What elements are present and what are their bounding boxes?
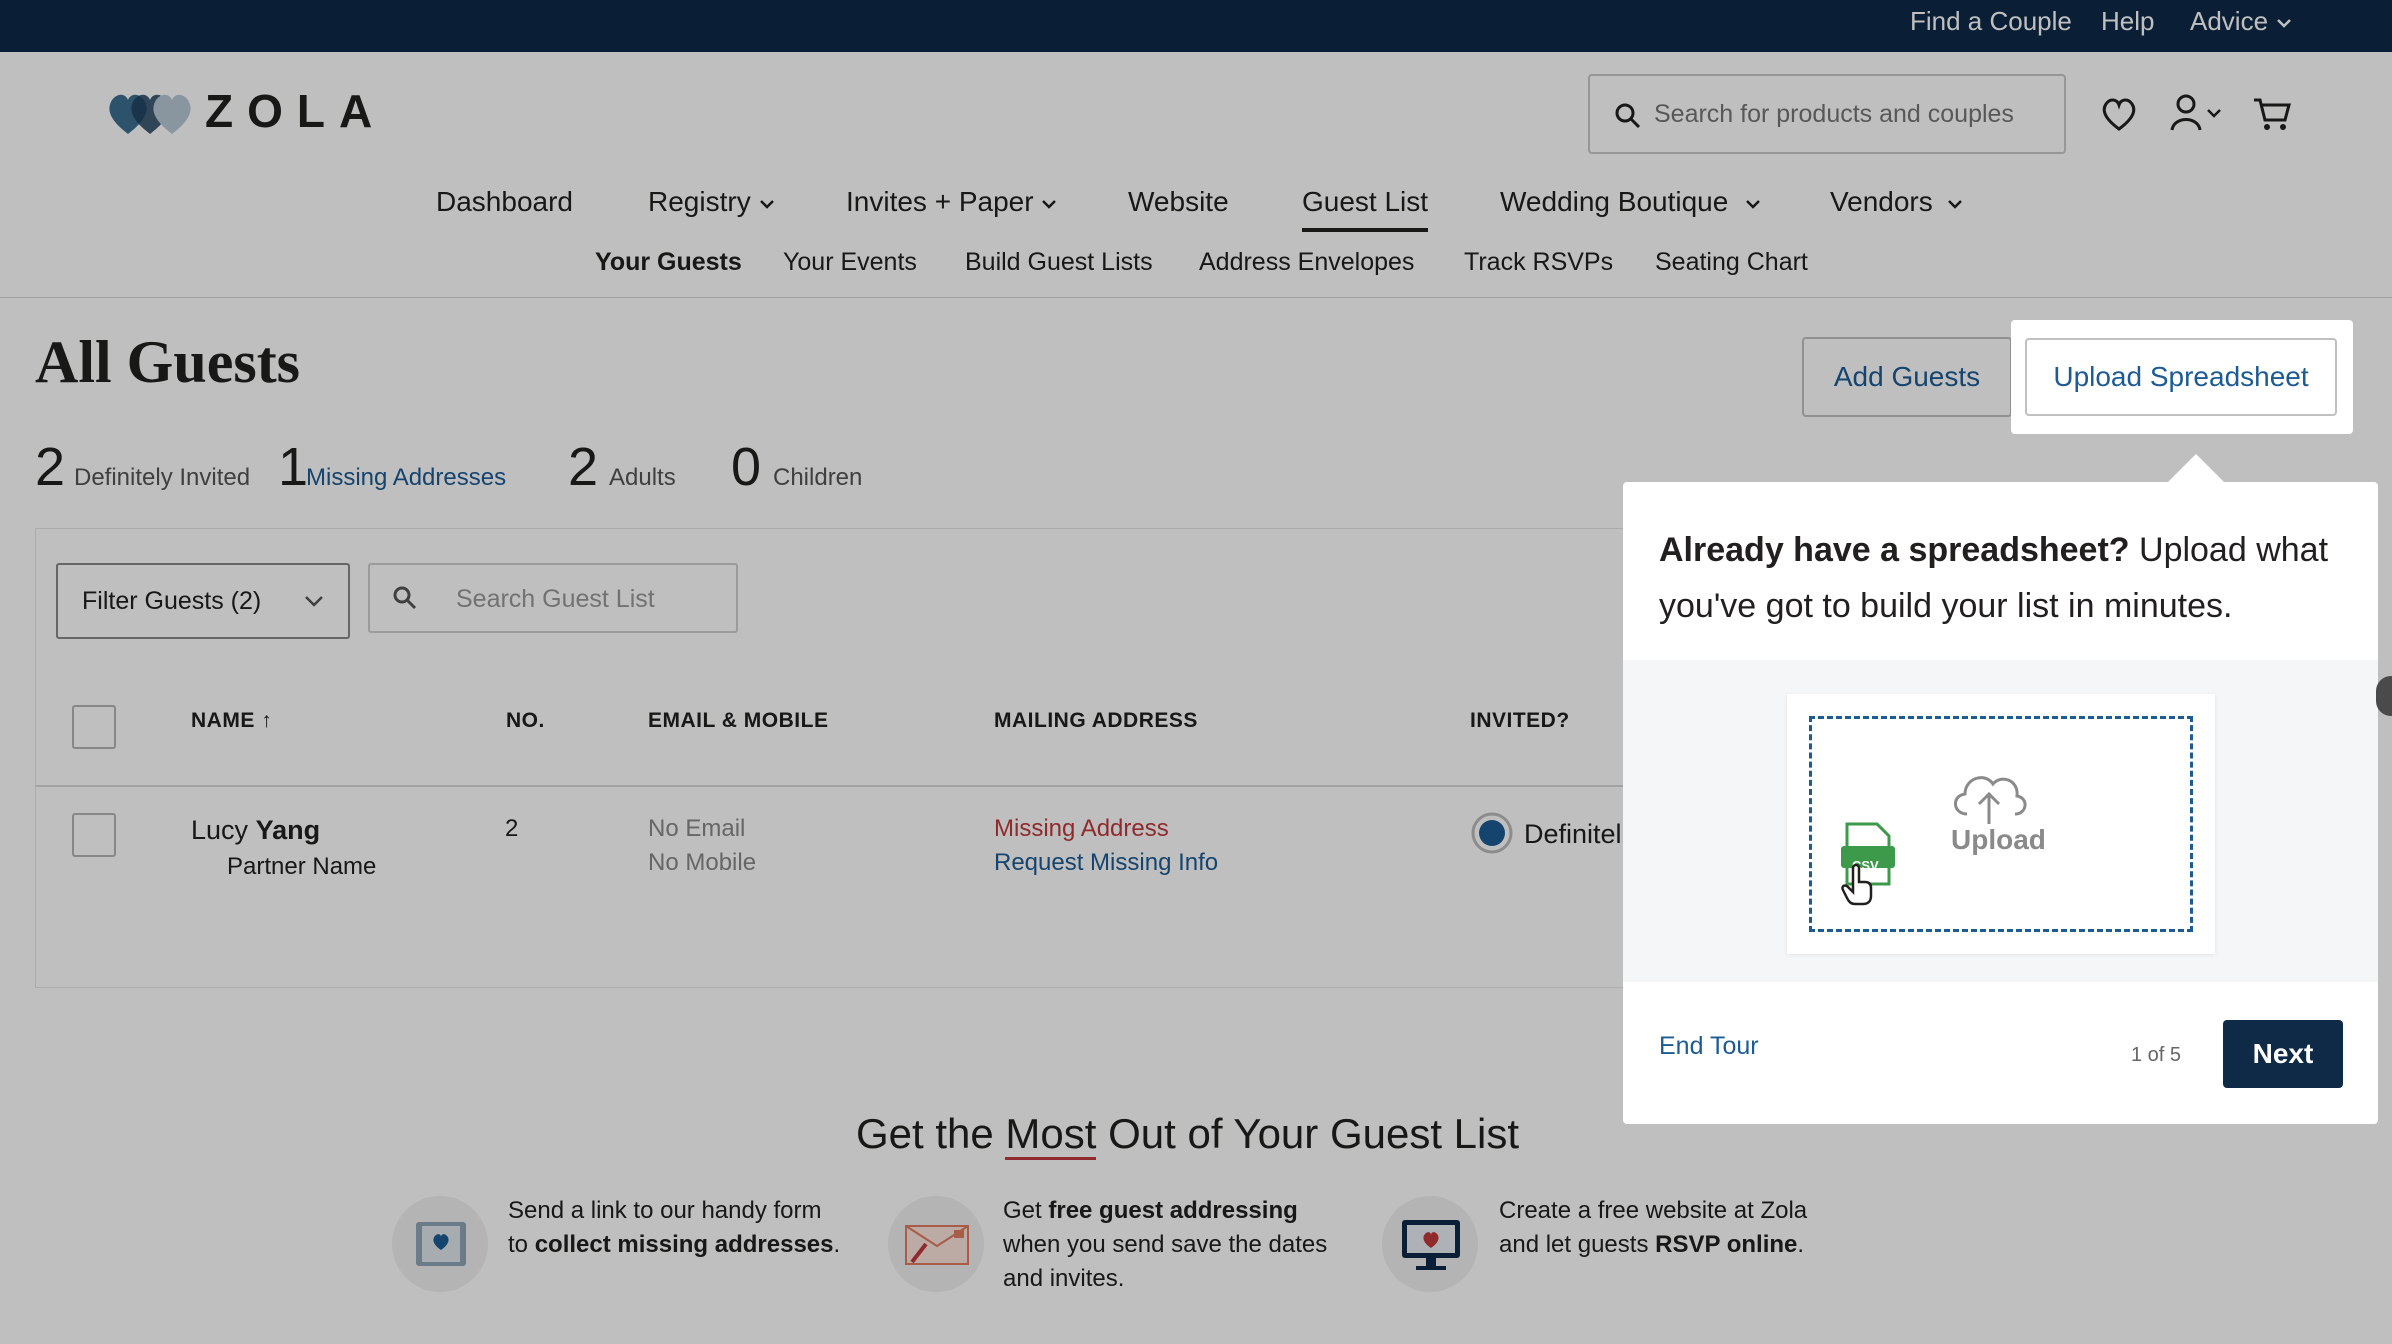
tour-heading: Already have a spreadsheet? Upload what …: [1659, 531, 2329, 625]
upload-spreadsheet-button[interactable]: Upload Spreadsheet: [2025, 338, 2337, 416]
tour-highlight: Upload Spreadsheet: [2011, 320, 2353, 434]
side-tab-handle[interactable]: [2376, 676, 2392, 716]
end-tour-link[interactable]: End Tour: [1659, 1032, 1759, 1061]
cloud-upload-icon: [1954, 776, 2027, 824]
tour-step-indicator: 1 of 5: [2131, 1044, 2182, 1066]
upload-label: Upload: [1951, 824, 2046, 855]
tour-popover: Already have a spreadsheet? Upload what …: [1623, 482, 2378, 1124]
popover-arrow: [2166, 454, 2226, 484]
next-button[interactable]: Next: [2223, 1020, 2343, 1088]
tour-illustration: Upload CSV: [1623, 660, 2378, 982]
hand-pointer-icon: [1841, 864, 1873, 906]
upload-dropzone-illustration: Upload CSV: [1787, 694, 2215, 954]
